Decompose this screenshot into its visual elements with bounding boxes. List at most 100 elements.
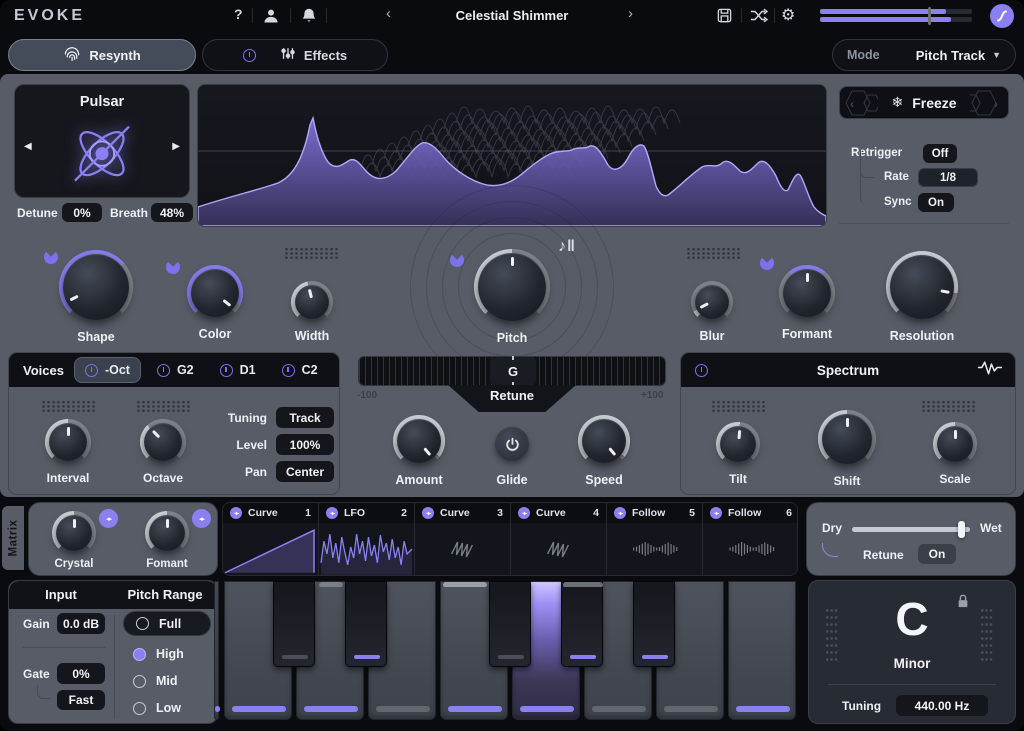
saturation-curve-button[interactable] [990,4,1014,28]
piano-key-D#[interactable] [345,581,387,667]
tilt-knob[interactable]: Tilt [716,422,760,486]
bell-icon[interactable] [300,7,318,30]
voice-power-icon[interactable] [282,364,295,377]
help-icon[interactable]: ? [234,6,243,22]
piano-key-F#[interactable] [489,581,531,667]
lane-stereo-icon[interactable]: ◂▸ [518,507,530,519]
voice-tab-G2[interactable]: G2 [147,357,204,383]
preset-name[interactable]: Celestial Shimmer [412,8,612,23]
mod-lane-curve-4[interactable]: ◂▸Curve4 [511,503,607,575]
color-mod-indicator[interactable] [166,260,180,274]
lane-header[interactable]: ◂▸Follow5 [607,503,702,523]
radio-icon[interactable] [133,648,146,661]
retune-strip[interactable]: G [358,356,666,386]
gate-speed-value[interactable]: Fast [57,690,105,710]
color-knob[interactable]: Color [187,265,243,341]
mod-lane-curve-1[interactable]: ◂▸Curve1 [223,503,319,575]
piano-key-C[interactable] [728,581,796,720]
lane-header[interactable]: ◂▸Curve1 [223,503,318,523]
gain-value[interactable]: 0.0 dB [57,613,105,634]
pitch-mod-indicator[interactable] [450,253,464,267]
tab-resynth[interactable]: Resynth [8,39,196,71]
pitch-range-option-high[interactable]: High [133,647,184,661]
lane-stereo-icon[interactable]: ◂▸ [326,507,338,519]
glide-power-button[interactable] [495,427,529,461]
mod-lane-curve-3[interactable]: ◂▸Curve3 [415,503,511,575]
radio-icon[interactable] [133,702,146,715]
voice-power-icon[interactable] [85,364,98,377]
lane-waveform[interactable] [511,523,606,575]
lane-waveform[interactable] [703,523,798,575]
piano-key-A#[interactable] [633,581,675,667]
shift-knob[interactable]: Shift [818,410,876,488]
lane-stereo-icon[interactable]: ◂▸ [614,507,626,519]
radio-icon[interactable] [136,617,149,630]
dry-wet-handle[interactable] [958,521,965,538]
octave-knob[interactable]: Octave [140,419,186,485]
sync-value[interactable]: On [918,193,954,212]
detune-value[interactable]: 0% [62,203,102,222]
voice-power-icon[interactable] [220,364,233,377]
rate-value[interactable]: 1/8 [918,168,978,187]
radio-icon[interactable] [133,675,146,688]
preset-next-button[interactable]: › [628,5,633,22]
voice-tab-C2[interactable]: C2 [272,357,328,383]
lane-header[interactable]: ◂▸Curve3 [415,503,510,523]
mix-retune-toggle[interactable]: On [918,544,956,564]
retrigger-value[interactable]: Off [923,144,957,163]
preset-prev-button[interactable]: ‹ [386,5,391,22]
formant-knob[interactable]: Formant [779,265,835,341]
mode-dropdown[interactable]: Mode Pitch Track ▼ [832,39,1016,71]
user-icon[interactable] [262,7,280,30]
tab-effects[interactable]: Effects [202,39,388,71]
piano-key-C#[interactable] [273,581,315,667]
lane-stereo-icon[interactable]: ◂▸ [710,507,722,519]
width-knob[interactable]: Width [291,281,333,343]
lane-header[interactable]: ◂▸Follow6 [703,503,798,523]
pan-value[interactable]: Center [276,461,334,482]
matrix-tab[interactable]: Matrix [2,506,24,570]
level-slider-handle[interactable] [928,7,931,25]
piano-keyboard[interactable] [222,581,798,722]
breath-value[interactable]: 48% [151,203,193,222]
blur-knob[interactable]: Blur [691,281,733,343]
lane-header[interactable]: ◂▸LFO2 [319,503,414,523]
gate-value[interactable]: 0% [57,663,105,684]
interval-knob[interactable]: Interval [45,419,91,485]
mod-lane-lfo-2[interactable]: ◂▸LFO2 [319,503,415,575]
shape-knob[interactable]: Shape [59,250,133,344]
lane-waveform[interactable] [607,523,702,575]
pitch-range-option-mid[interactable]: Mid [133,674,178,688]
fomant-knob[interactable]: Fomant [145,511,189,570]
crystal-stereo-button[interactable]: ◂▸ [99,509,118,528]
piano-key-partial[interactable] [214,581,219,720]
pitch-range-option-full[interactable]: Full [123,611,211,636]
effects-power-icon[interactable] [243,49,256,62]
lane-stereo-icon[interactable]: ◂▸ [230,507,242,519]
dry-wet-slider[interactable] [852,527,970,532]
scale-knob[interactable]: Scale [933,422,977,486]
level-value[interactable]: 100% [276,434,334,455]
shuffle-icon[interactable] [749,7,769,29]
lane-waveform[interactable] [223,523,318,575]
voice-tab--Oct[interactable]: -Oct [74,357,141,383]
voice-power-icon[interactable] [157,364,170,377]
shape-mod-indicator[interactable] [44,250,58,264]
pitch-range-option-low[interactable]: Low [133,701,181,715]
speed-knob[interactable]: Speed [578,415,630,487]
output-level-meter[interactable] [820,8,972,24]
tuning-hz-value[interactable]: 440.00 Hz [896,695,988,716]
osc-next-button[interactable]: ▶ [172,141,180,152]
settings-gear-icon[interactable]: ⚙ [781,5,795,25]
tuning-value[interactable]: Track [276,407,334,428]
formant-mod-indicator[interactable] [760,256,774,270]
mod-lane-follow-6[interactable]: ◂▸Follow6 [703,503,798,575]
voice-tab-D1[interactable]: D1 [210,357,266,383]
osc-prev-button[interactable]: ◀ [24,141,32,152]
save-icon[interactable] [716,7,733,29]
piano-key-G#[interactable] [561,581,603,667]
lane-header[interactable]: ◂▸Curve4 [511,503,606,523]
lane-waveform[interactable] [319,523,414,575]
lane-stereo-icon[interactable]: ◂▸ [422,507,434,519]
freeze-button[interactable]: ‹ › ❄ Freeze [839,86,1009,119]
